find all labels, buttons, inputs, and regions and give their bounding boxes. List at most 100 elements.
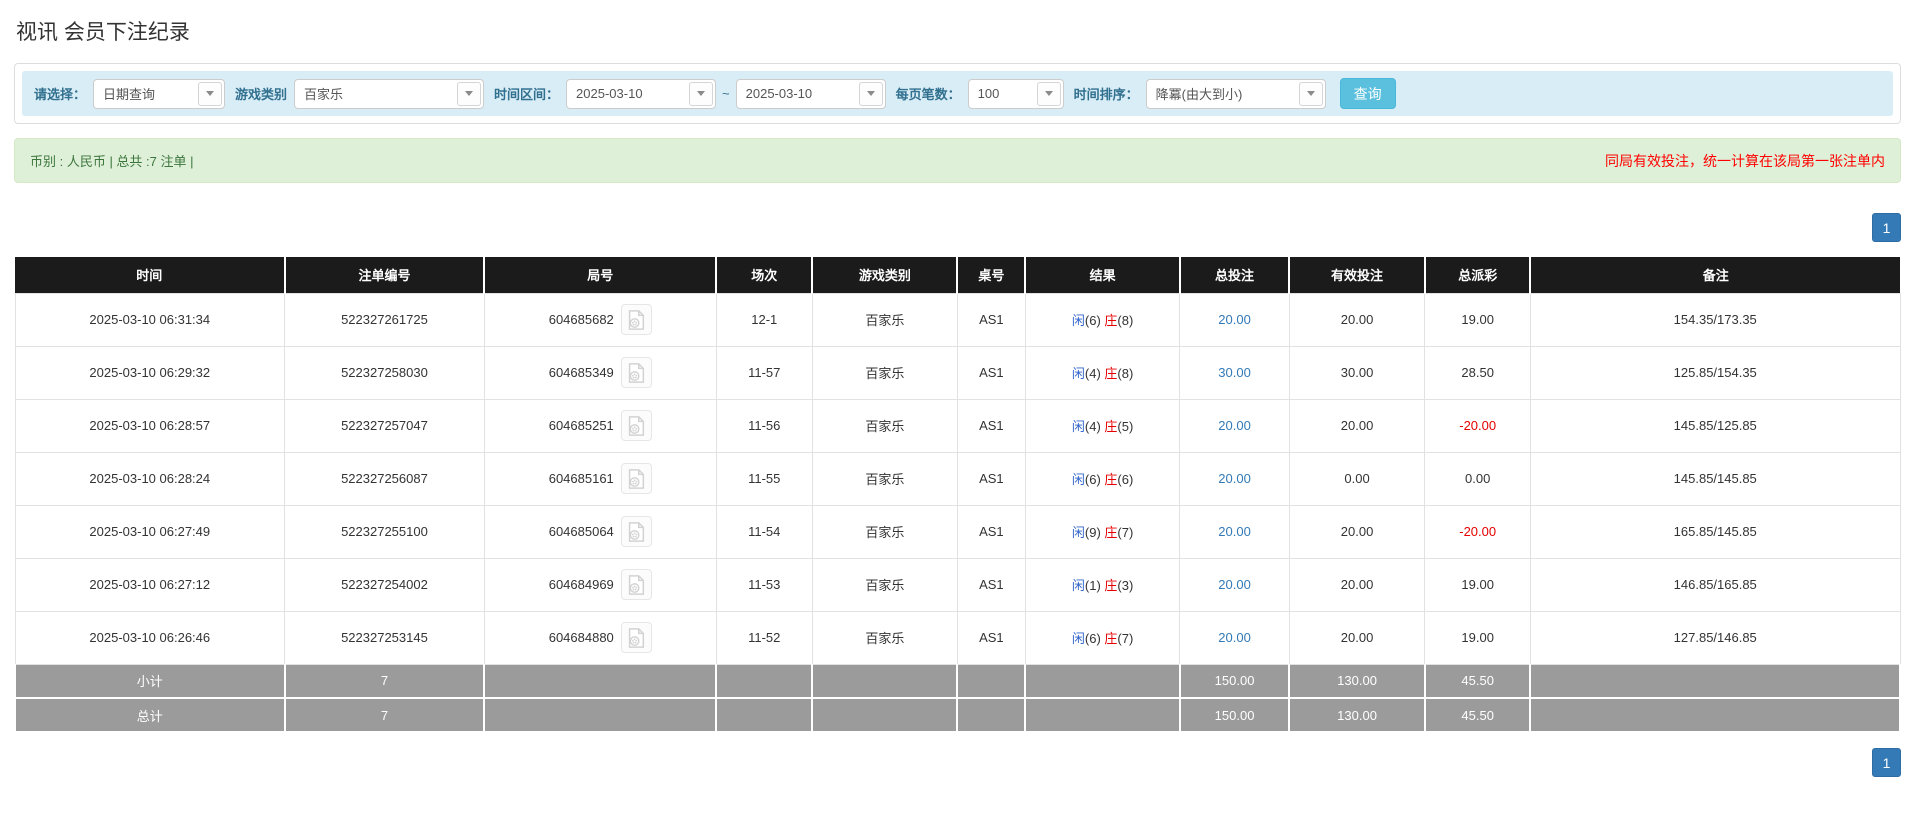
result-player: 闲 xyxy=(1071,366,1085,381)
page-size-group: 每页笔数： 100 xyxy=(896,78,1064,109)
cell-table_no: AS1 xyxy=(956,292,1026,347)
grand-total-row-cell-bet_no: 7 xyxy=(283,697,486,733)
game-type-select[interactable]: 百家乐 xyxy=(294,78,485,109)
column-header-game: 游戏类别 xyxy=(811,257,958,293)
cell-valid_bet: 0.00 xyxy=(1288,451,1426,506)
video-record-icon xyxy=(629,468,645,489)
cell-bet_no: 522327256087 xyxy=(284,451,485,506)
cell-session: 11-57 xyxy=(715,345,813,400)
cell-table_no: AS1 xyxy=(956,610,1026,665)
grand-total-row-cell-total_bet: 150.00 xyxy=(1178,697,1291,733)
grand-total-row-cell-time: 总计 xyxy=(14,697,286,733)
cell-remark: 145.85/145.85 xyxy=(1529,451,1901,506)
date-to-select[interactable]: 2025-03-10 xyxy=(735,78,886,109)
cell-payout: -20.00 xyxy=(1424,504,1531,559)
column-header-payout: 总派彩 xyxy=(1423,257,1531,293)
cell-game: 百家乐 xyxy=(811,504,958,559)
result-player-score: (6) xyxy=(1084,631,1101,646)
grand-total-row-cell-game xyxy=(811,697,959,733)
cell-result: 闲(9) 庄(7) xyxy=(1024,504,1181,559)
view-video-button[interactable] xyxy=(620,622,652,653)
date-from-select[interactable]: 2025-03-10 xyxy=(566,78,717,109)
result-banker: 庄 xyxy=(1104,366,1118,381)
cell-time: 2025-03-10 06:27:12 xyxy=(14,557,286,612)
view-video-button[interactable] xyxy=(620,516,652,547)
cell-remark: 125.85/154.35 xyxy=(1529,345,1901,400)
cell-total_bet: 20.00 xyxy=(1179,504,1290,559)
view-video-button[interactable] xyxy=(620,357,652,388)
grand-total-row-cell-round_no xyxy=(483,697,718,733)
game-type-label: 游戏类别 xyxy=(235,87,288,102)
video-record-icon xyxy=(629,627,645,648)
total-bet-link[interactable]: 20.00 xyxy=(1218,418,1251,433)
cell-round_no: 604685349 xyxy=(483,345,717,400)
subtotal-row-cell-game xyxy=(811,663,959,699)
time-range-label: 时间区间： xyxy=(494,87,560,102)
cell-result: 闲(6) 庄(6) xyxy=(1024,451,1181,506)
total-bet-link[interactable]: 20.00 xyxy=(1218,630,1251,645)
view-video-button[interactable] xyxy=(620,569,652,600)
total-bet-link[interactable]: 30.00 xyxy=(1218,365,1251,380)
round-number: 604685251 xyxy=(548,418,614,433)
game-type-group: 游戏类别 百家乐 xyxy=(235,78,485,109)
subtotal-row-cell-total_bet: 150.00 xyxy=(1178,663,1291,699)
cell-valid_bet: 20.00 xyxy=(1288,398,1426,453)
result-player: 闲 xyxy=(1071,419,1085,434)
chevron-down-icon xyxy=(198,81,223,106)
total-bet-link[interactable]: 20.00 xyxy=(1218,312,1251,327)
grand-total-row-cell-result xyxy=(1024,697,1181,733)
cell-remark: 145.85/125.85 xyxy=(1529,398,1901,453)
cell-game: 百家乐 xyxy=(811,610,958,665)
query-type-select[interactable]: 日期查询 xyxy=(93,78,226,109)
round-number: 604684880 xyxy=(548,630,614,645)
search-button[interactable]: 查询 xyxy=(1339,78,1396,109)
cell-session: 11-53 xyxy=(715,557,813,612)
subtotal-row-cell-payout: 45.50 xyxy=(1423,663,1532,699)
chevron-down-icon xyxy=(689,81,714,106)
page-title: 视讯 会员下注纪录 xyxy=(16,21,190,44)
grand-total-row-cell-valid_bet: 130.00 xyxy=(1288,697,1426,733)
cell-round_no: 604685682 xyxy=(483,292,717,347)
cell-session: 11-56 xyxy=(715,398,813,453)
view-video-button[interactable] xyxy=(620,304,652,335)
page: 视讯 会员下注纪录 请选择： 日期查询 游戏类别 百家乐 时间区间： 2025-… xyxy=(0,0,1915,789)
result-player: 闲 xyxy=(1071,472,1085,487)
result-player-score: (1) xyxy=(1084,578,1101,593)
cell-game: 百家乐 xyxy=(811,345,958,400)
view-video-button[interactable] xyxy=(620,410,652,441)
result-player-score: (6) xyxy=(1084,472,1101,487)
total-bet-link[interactable]: 20.00 xyxy=(1218,577,1251,592)
total-bet-link[interactable]: 20.00 xyxy=(1218,471,1251,486)
column-header-total_bet: 总投注 xyxy=(1178,257,1290,293)
cell-time: 2025-03-10 06:31:34 xyxy=(14,292,286,347)
page-1-button[interactable]: 1 xyxy=(1872,213,1901,242)
chevron-down-icon xyxy=(858,81,883,106)
result-player-score: (4) xyxy=(1084,366,1101,381)
cell-round_no: 604685161 xyxy=(483,451,717,506)
cell-remark: 127.85/146.85 xyxy=(1529,610,1901,665)
cell-session: 12-1 xyxy=(715,292,813,347)
total-bet-link[interactable]: 20.00 xyxy=(1218,524,1251,539)
round-number: 604684969 xyxy=(548,577,614,592)
time-sort-group: 时间排序： 降冪(由大到小) xyxy=(1074,78,1326,109)
cell-time: 2025-03-10 06:28:57 xyxy=(14,398,286,453)
result-banker-score: (7) xyxy=(1117,631,1134,646)
cell-remark: 146.85/165.85 xyxy=(1529,557,1901,612)
result-banker: 庄 xyxy=(1104,578,1118,593)
filter-bar: 请选择： 日期查询 游戏类别 百家乐 时间区间： 2025-03-10 ~ 20… xyxy=(22,71,1893,116)
result-banker-score: (7) xyxy=(1117,525,1134,540)
page-size-select[interactable]: 100 xyxy=(967,78,1064,109)
result-player: 闲 xyxy=(1071,578,1085,593)
time-sort-select[interactable]: 降冪(由大到小) xyxy=(1145,78,1326,109)
page-1-button[interactable]: 1 xyxy=(1872,748,1901,777)
round-number: 604685682 xyxy=(548,312,614,327)
cell-total_bet: 30.00 xyxy=(1179,345,1290,400)
subtotal-row-cell-table_no xyxy=(956,663,1027,699)
view-video-button[interactable] xyxy=(620,463,652,494)
subtotal-row-cell-bet_no: 7 xyxy=(283,663,486,699)
summary-bar: 币别 : 人民币 | 总共 :7 注单 | 同局有效投注，统一计算在该局第一张注… xyxy=(14,138,1901,183)
subtotal-row-cell-time: 小计 xyxy=(14,663,286,699)
column-header-session: 场次 xyxy=(715,257,813,293)
result-player-score: (9) xyxy=(1084,525,1101,540)
query-type-label: 请选择： xyxy=(34,87,87,102)
